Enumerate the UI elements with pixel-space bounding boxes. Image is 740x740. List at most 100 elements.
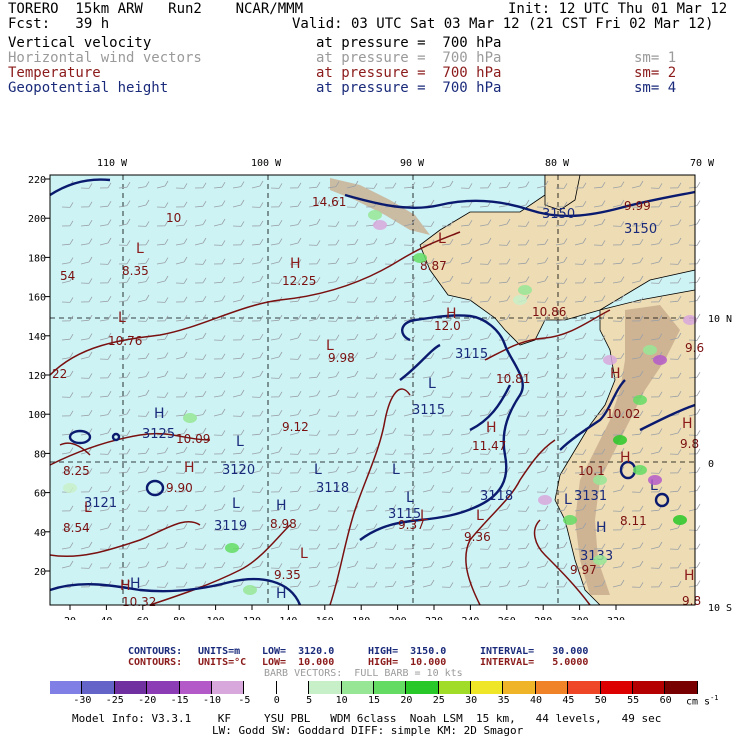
low-marker: L	[300, 546, 308, 562]
colorbar-swatch	[665, 681, 698, 694]
vertical-velocity-cell	[673, 515, 687, 525]
height-label: 3125	[142, 427, 175, 442]
x-tick-label: 180	[352, 616, 370, 620]
high-marker: H	[486, 420, 497, 436]
colorbar-swatch	[244, 681, 277, 694]
vertical-velocity-cell	[648, 475, 662, 485]
field-vertical-velocity-level: at pressure = 700 hPa	[316, 35, 502, 51]
temp-label: 11.47	[472, 439, 506, 453]
colorbar-swatch	[503, 681, 536, 694]
colorbar-tick-label: 35	[497, 695, 510, 706]
high-marker: H	[610, 366, 621, 382]
colorbar-tick-label: -30	[73, 695, 92, 706]
high-marker: H	[154, 406, 165, 422]
barb-vectors-note: BARB VECTORS: FULL BARB = 10 kts	[264, 668, 463, 679]
colorbar-tick-label: 15	[367, 695, 381, 706]
colorbar-tick-label: -15	[170, 695, 189, 706]
temp-label: 9.90	[166, 481, 193, 495]
field-wind-vectors-sm: sm= 1	[634, 50, 677, 66]
y-axis-ticks: 20 40 60 80 100 120 140 160 180 200 220	[28, 175, 50, 578]
lon-label: 70 W	[690, 158, 715, 169]
height-label: 3150	[624, 222, 657, 237]
y-tick-label: 60	[34, 489, 46, 500]
x-tick-label: 120	[243, 616, 261, 620]
temp-label: 10.86	[532, 305, 566, 319]
y-tick-label: 220	[28, 175, 46, 186]
colorbar	[50, 681, 698, 694]
vertical-velocity-cell	[225, 543, 239, 553]
lon-label: 110 W	[97, 158, 128, 169]
field-temperature: Temperature	[8, 65, 101, 81]
x-tick-label: 60	[137, 616, 149, 620]
colorbar-tick-label: 20	[400, 695, 413, 706]
low-marker: L	[476, 508, 484, 524]
lon-label: 90 W	[400, 158, 425, 169]
colorbar-tick-label: -10	[202, 695, 222, 706]
low-marker: L	[420, 508, 428, 524]
colorbar-tick-label: 30	[465, 695, 478, 706]
temp-label: 10.76	[108, 334, 142, 348]
colorbar-swatch	[406, 681, 439, 694]
temp-label: 9.8	[682, 594, 701, 608]
vertical-velocity-cell	[653, 355, 667, 365]
low-marker: L	[564, 492, 572, 508]
low-marker: L	[428, 376, 436, 392]
low-marker: L	[236, 434, 244, 450]
temp-label: 10.32	[122, 595, 156, 609]
y-tick-label: 40	[34, 528, 46, 539]
low-marker: L	[118, 310, 126, 326]
x-tick-label: 100	[207, 616, 225, 620]
low-marker: L	[136, 241, 144, 257]
low-marker: L	[438, 231, 446, 247]
x-tick-label: 20	[64, 616, 76, 620]
colorbar-swatch	[341, 681, 374, 694]
vertical-velocity-cell	[373, 220, 387, 230]
forecast-hour: Fcst: 39 h	[8, 16, 110, 32]
temp-label: 54	[60, 269, 75, 283]
vertical-velocity-cell	[593, 475, 607, 485]
high-marker: H	[620, 450, 631, 466]
low-marker: L	[314, 462, 322, 478]
field-temperature-sm: sm= 2	[634, 65, 677, 81]
field-vertical-velocity: Vertical velocity	[8, 35, 152, 51]
colorbar-tick-label: 55	[627, 695, 640, 706]
high-marker: H	[120, 578, 131, 594]
colorbar-swatch	[211, 681, 245, 694]
colorbar-tick-label: 25	[432, 695, 445, 706]
temp-label: 10	[166, 211, 181, 225]
colorbar-swatch	[50, 681, 83, 694]
lat-label: 10 N	[708, 314, 732, 325]
height-label: 3150	[542, 207, 575, 222]
height-label: 3118	[316, 481, 349, 496]
field-temperature-level: at pressure = 700 hPa	[316, 65, 502, 81]
colorbar-swatch	[438, 681, 472, 694]
lat-label: 0	[708, 459, 714, 470]
vertical-velocity-cell	[613, 435, 627, 445]
colorbar-swatch	[373, 681, 407, 694]
contours-temp-high: HIGH= 10.000	[368, 657, 447, 668]
x-tick-label: 280	[534, 616, 552, 620]
colorbar-tick-label: 45	[562, 695, 575, 706]
x-tick-label: 40	[100, 616, 112, 620]
y-tick-label: 20	[34, 567, 46, 578]
y-tick-label: 120	[28, 371, 46, 382]
vertical-velocity-cell	[243, 585, 257, 595]
high-marker: H	[446, 306, 457, 322]
temp-label: 9.97	[570, 563, 597, 577]
x-tick-label: 260	[498, 616, 516, 620]
y-tick-label: 140	[28, 332, 46, 343]
field-geopotential: Geopotential height	[8, 80, 169, 96]
high-marker: H	[290, 256, 301, 272]
y-tick-label: 200	[28, 214, 46, 225]
temp-label: 10.02	[606, 407, 640, 421]
contours-height-interval: INTERVAL= 30.000	[480, 646, 589, 657]
contours-temp-label: CONTOURS:	[128, 657, 183, 668]
run-title: TORERO 15km ARW Run2 NCAR/MMM	[8, 1, 304, 17]
colorbar-tick-label: 60	[659, 695, 672, 706]
high-marker: H	[276, 586, 287, 602]
lon-label: 80 W	[545, 158, 570, 169]
contours-height-low: LOW= 3120.0	[262, 646, 335, 657]
init-time: Init: 12 UTC Thu 01 Mar 12	[508, 1, 728, 17]
temp-label: 10.81	[496, 372, 530, 386]
colorbar-swatch	[114, 681, 148, 694]
